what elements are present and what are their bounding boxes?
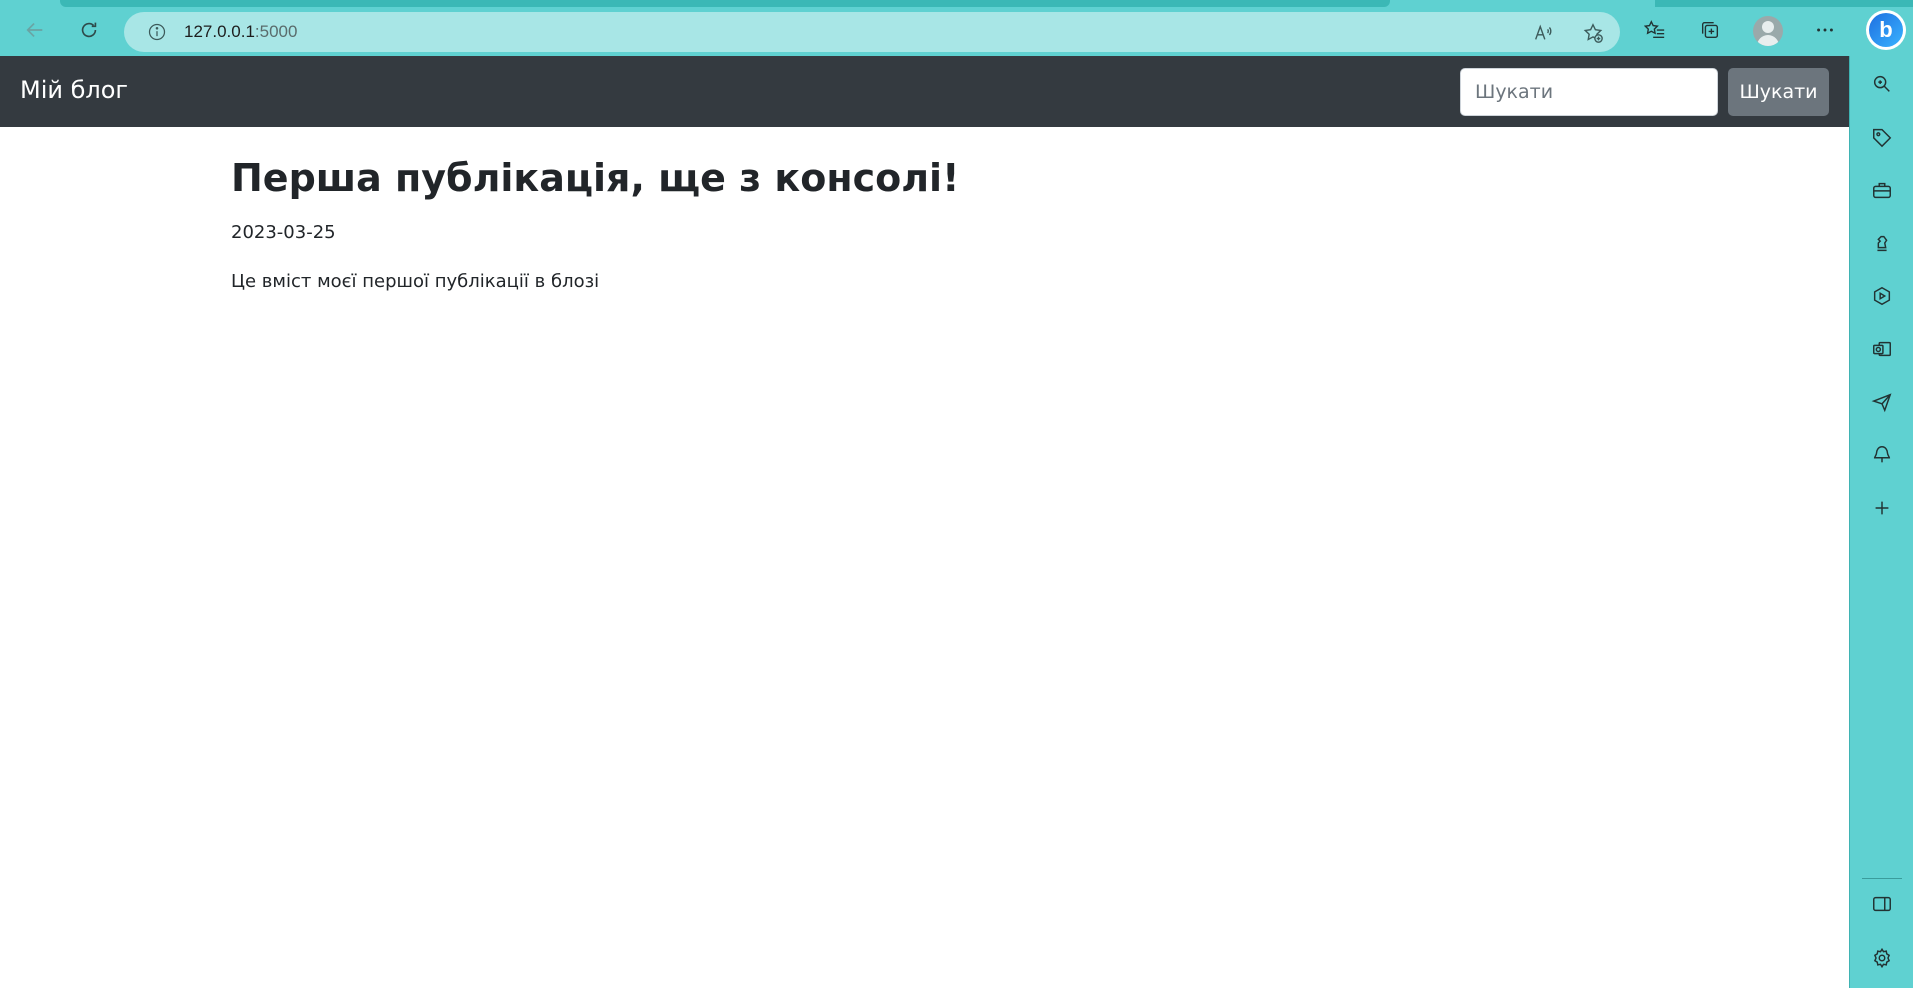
address-port: :5000 [254, 22, 298, 41]
post-article: Перша публікація, ще з консолі! 2023-03-… [231, 156, 1531, 292]
post-title: Перша публікація, ще з консолі! [231, 156, 960, 200]
address-host: 127.0.0.1 [184, 22, 255, 41]
read-aloud-icon[interactable] [1530, 20, 1556, 46]
add-favorite-icon[interactable] [1580, 20, 1606, 46]
search-button[interactable]: Шукати [1728, 68, 1829, 116]
tree-icon[interactable] [1866, 439, 1898, 471]
search-icon[interactable] [1866, 68, 1898, 100]
web-page: Мій блог Шукати Перша публікація, ще з к… [0, 56, 1849, 988]
more-icon[interactable] [1807, 12, 1843, 48]
edge-sidebar [1849, 56, 1913, 988]
site-brand[interactable]: Мій блог [20, 76, 128, 104]
search-input[interactable] [1460, 68, 1718, 116]
sidebar-divider [1862, 878, 1902, 879]
bing-copilot-icon[interactable]: b [1866, 10, 1906, 50]
send-icon[interactable] [1866, 386, 1898, 418]
bing-letter: b [1869, 13, 1903, 47]
toolbox-icon[interactable] [1866, 174, 1898, 206]
settings-icon[interactable] [1866, 942, 1898, 974]
tag-icon[interactable] [1866, 121, 1898, 153]
collections-icon[interactable] [1692, 12, 1728, 48]
post-content: Це вміст моєї першої публікації в блозі [231, 270, 600, 292]
play-icon[interactable] [1866, 280, 1898, 312]
info-icon[interactable] [146, 21, 168, 43]
tab-other[interactable] [1655, 0, 1913, 7]
profile-avatar[interactable] [1753, 16, 1783, 46]
address-url[interactable]: 127.0.0.1:5000 [184, 22, 297, 42]
favorites-icon[interactable] [1637, 12, 1673, 48]
add-icon[interactable] [1866, 492, 1898, 524]
back-arrow-icon[interactable] [17, 12, 53, 48]
tab-strip [0, 0, 1913, 8]
post-date: 2023-03-25 [231, 221, 336, 243]
panel-icon[interactable] [1866, 888, 1898, 920]
address-bar[interactable]: 127.0.0.1:5000 [124, 12, 1620, 52]
refresh-icon[interactable] [71, 12, 107, 48]
chess-icon[interactable] [1866, 227, 1898, 259]
outlook-icon[interactable] [1866, 333, 1898, 365]
browser-chrome: 127.0.0.1:5000 b [0, 0, 1913, 56]
site-navbar: Мій блог Шукати [0, 56, 1849, 127]
tab-active[interactable] [60, 0, 1390, 7]
